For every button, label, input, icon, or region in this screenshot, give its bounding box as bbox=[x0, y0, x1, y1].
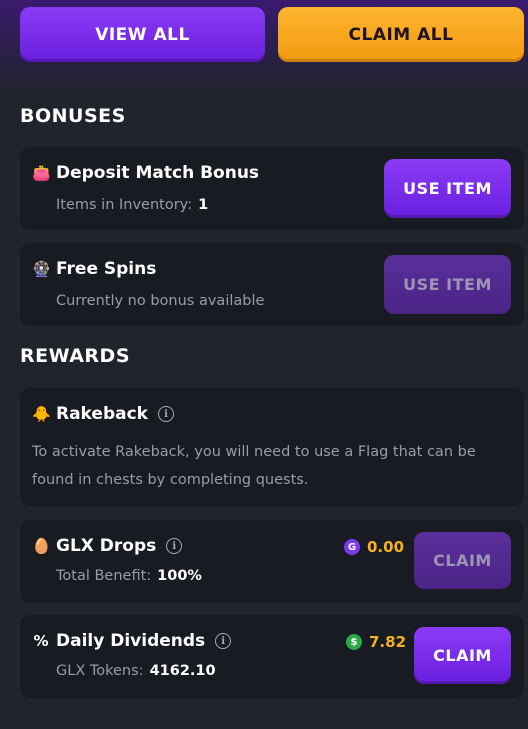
reward-name: Daily Dividends bbox=[56, 631, 206, 651]
inventory-count: 1 bbox=[198, 197, 209, 213]
total-benefit-label: Total Benefit: bbox=[56, 568, 152, 584]
rakeback-description: To activate Rakeback, you will need to u… bbox=[32, 444, 476, 488]
reward-title: 🥚 GLX Drops i bbox=[32, 536, 183, 556]
reward-title: % Daily Dividends i bbox=[32, 631, 232, 651]
percent-icon: % bbox=[33, 632, 49, 650]
info-icon[interactable]: i bbox=[157, 406, 174, 422]
reward-name: Rakeback bbox=[56, 404, 148, 424]
claim-all-button[interactable]: CLAIM ALL bbox=[278, 7, 524, 62]
bonus-card-deposit-match: 👛 Deposit Match Bonus Items in Inventory… bbox=[20, 147, 524, 230]
bonus-title: 🎡 Free Spins bbox=[32, 259, 156, 279]
glx-tokens-label: GLX Tokens: bbox=[56, 663, 144, 679]
reward-card-glx-drops: 🥚 GLX Drops i Total Benefit: 100% G 0.00 … bbox=[20, 520, 524, 603]
dollar-coin-icon: $ bbox=[346, 634, 362, 650]
bonus-inventory: Items in Inventory: 1 bbox=[56, 197, 208, 213]
use-item-button-disabled[interactable]: USE ITEM bbox=[384, 255, 511, 314]
total-benefit: Total Benefit: 100% bbox=[56, 568, 202, 584]
use-item-button[interactable]: USE ITEM bbox=[384, 159, 511, 218]
total-benefit-value: 100% bbox=[157, 568, 202, 584]
daily-dividends-value: 7.82 bbox=[369, 633, 407, 651]
spin-wheel-icon: 🎡 bbox=[32, 260, 51, 278]
info-icon[interactable]: i bbox=[215, 633, 232, 649]
egg-icon: 🥚 bbox=[32, 537, 51, 555]
bonuses-heading: BONUSES bbox=[20, 105, 126, 127]
glx-coin-icon: G bbox=[344, 539, 360, 555]
bonus-status: Currently no bonus available bbox=[56, 293, 265, 309]
inventory-label: Items in Inventory: bbox=[56, 197, 193, 213]
claim-button[interactable]: CLAIM bbox=[414, 627, 511, 684]
bonus-name: Deposit Match Bonus bbox=[56, 163, 260, 183]
reward-card-rakeback: 🐥 Rakeback i To activate Rakeback, you w… bbox=[20, 388, 524, 506]
reward-card-daily-dividends: % Daily Dividends i GLX Tokens: 4162.10 $… bbox=[20, 615, 524, 698]
chicken-icon: 🐥 bbox=[32, 405, 51, 423]
view-all-button[interactable]: VIEW ALL bbox=[20, 7, 265, 62]
info-icon[interactable]: i bbox=[166, 538, 183, 554]
reward-name: GLX Drops bbox=[56, 536, 157, 556]
claim-button-disabled[interactable]: CLAIM bbox=[414, 532, 511, 589]
wallet-icon: 👛 bbox=[32, 164, 51, 182]
bonus-title: 👛 Deposit Match Bonus bbox=[32, 163, 259, 183]
glx-tokens: GLX Tokens: 4162.10 bbox=[56, 663, 216, 679]
rewards-heading: REWARDS bbox=[20, 345, 131, 367]
reward-title: 🐥 Rakeback i bbox=[32, 404, 174, 424]
daily-dividends-amount: $ 7.82 bbox=[346, 633, 406, 651]
glx-drops-amount: G 0.00 bbox=[344, 538, 404, 556]
bonus-card-free-spins: 🎡 Free Spins Currently no bonus availabl… bbox=[20, 243, 524, 326]
glx-tokens-value: 4162.10 bbox=[149, 663, 216, 679]
glx-drops-value: 0.00 bbox=[367, 538, 405, 556]
bonus-name: Free Spins bbox=[56, 259, 157, 279]
